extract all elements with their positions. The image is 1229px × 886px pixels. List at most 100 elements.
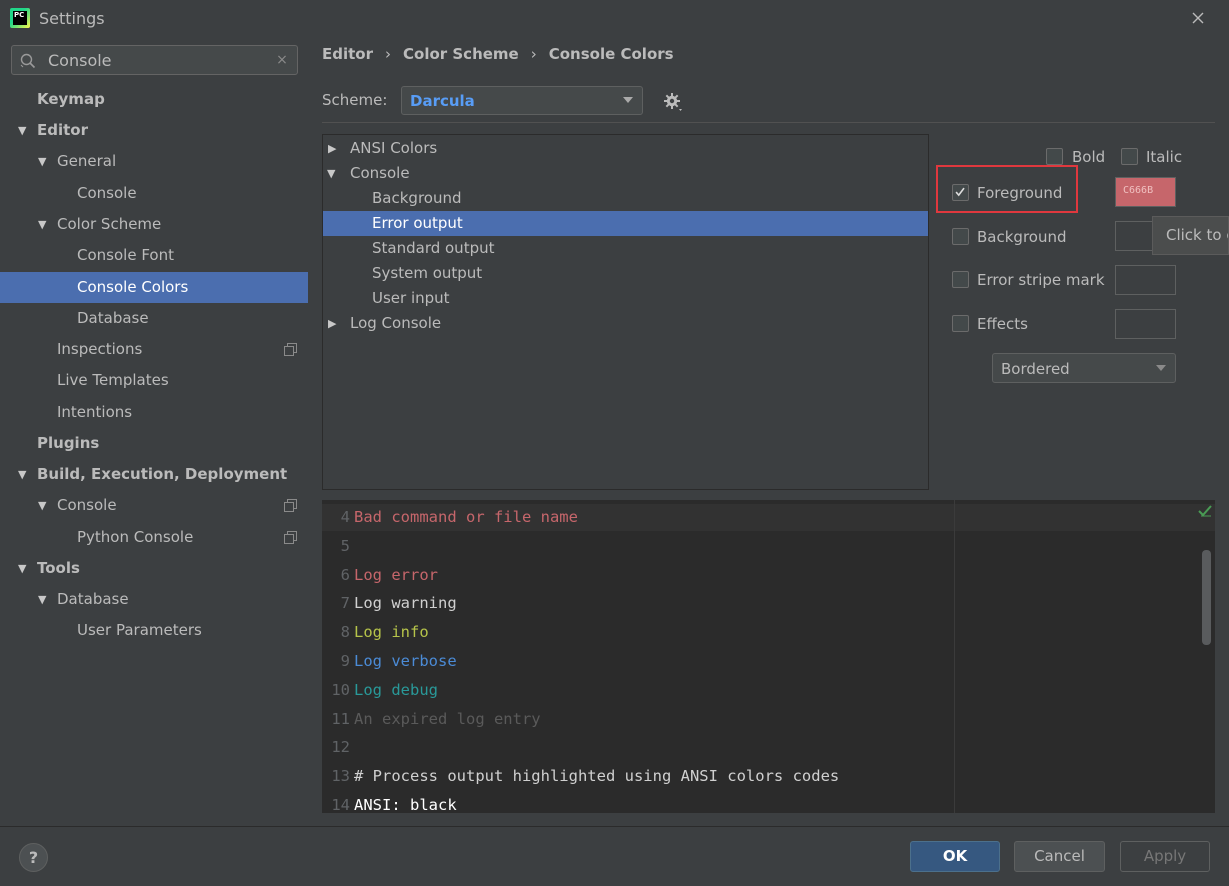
tree-item-system-output[interactable]: System output [323,261,928,286]
code-line: 4 Bad command or file name [322,503,578,531]
foreground-color-swatch[interactable]: C666B [1115,177,1176,207]
expanded-arrow-icon[interactable]: ▼ [18,115,32,146]
foreground-label: Foreground [977,184,1063,202]
tree-item-user-input[interactable]: User input [323,286,928,311]
code-text: Log warning [354,594,457,613]
collapsed-arrow-icon[interactable]: ▶ [328,311,342,336]
effects-color-swatch[interactable] [1115,309,1176,339]
code-line: 7 Log warning [322,589,457,617]
code-text: ANSI: black [354,796,457,813]
sidebar-item-label: Console Font [77,246,174,264]
expanded-arrow-icon[interactable]: ▼ [18,553,32,584]
sidebar-item-general[interactable]: ▼ General [0,146,308,177]
code-text: # Process output highlighted using ANSI … [354,767,840,786]
expanded-arrow-icon[interactable]: ▼ [38,584,52,615]
sidebar-item-keymap[interactable]: Keymap [0,84,308,115]
bold-checkbox[interactable] [1046,148,1063,165]
sidebar-item-tools-database[interactable]: ▼ Database [0,584,308,615]
chevron-down-icon [623,97,633,103]
code-line: 6 Log error [322,561,438,589]
sidebar-item-database[interactable]: Database [0,303,308,334]
help-button[interactable]: ? [19,843,48,872]
settings-sidebar: × Keymap ▼ Editor ▼ General Console ▼ Co… [0,36,308,826]
sidebar-item-general-console[interactable]: Console [0,178,308,209]
code-line: 14 ANSI: black [322,791,457,813]
color-preview-editor[interactable]: 4 Bad command or file name 5 6 Log error 7 Log… [322,500,1215,813]
line-number: 7 [340,594,350,613]
collapsed-arrow-icon[interactable]: ▶ [328,136,342,161]
sidebar-item-plugins[interactable]: Plugins [0,428,308,459]
breadcrumb-item[interactable]: Color Scheme [403,45,519,63]
sidebar-item-label: Intentions [57,403,133,421]
sidebar-item-tools[interactable]: ▼ Tools [0,553,308,584]
inspection-ok-icon [1198,505,1212,517]
sidebar-item-label: Database [57,590,129,608]
sidebar-item-console-colors[interactable]: Console Colors [0,272,308,303]
tree-item-console[interactable]: ▼ Console [323,161,928,186]
scheme-select[interactable]: Darcula [401,86,643,115]
breadcrumb-item[interactable]: Editor [322,45,373,63]
scrollbar-thumb[interactable] [1202,550,1211,645]
tooltip: Click to c [1152,216,1229,255]
sidebar-item-live-templates[interactable]: Live Templates [0,365,308,396]
search-input[interactable] [48,50,268,70]
gear-icon[interactable] [661,90,685,114]
tree-item-label: System output [372,264,483,282]
tree-item-label: Background [372,189,462,207]
sidebar-item-editor[interactable]: ▼ Editor [0,115,308,146]
expanded-arrow-icon[interactable]: ▼ [327,161,341,186]
code-text: An expired log entry [354,709,541,728]
sidebar-item-build-console[interactable]: ▼ Console [0,490,308,521]
sidebar-item-label: Editor [37,121,88,139]
close-icon[interactable] [1186,6,1210,30]
line-number: 13 [331,767,350,786]
tree-item-log-console[interactable]: ▶ Log Console [323,311,928,336]
sidebar-item-label: Tools [37,559,80,577]
sidebar-item-console-font[interactable]: Console Font [0,240,308,271]
code-line: 12 [322,733,354,761]
italic-checkbox[interactable] [1121,148,1138,165]
bold-label: Bold [1072,148,1106,166]
background-checkbox[interactable] [952,228,969,245]
scheme-label: Scheme: [322,91,388,109]
effects-type-value: Bordered [1001,360,1070,378]
sidebar-item-user-parameters[interactable]: User Parameters [0,615,308,646]
error-stripe-color-swatch[interactable] [1115,265,1176,295]
search-box[interactable]: × [11,45,298,75]
search-icon [20,53,36,69]
code-line: 9 Log verbose [322,647,457,675]
effects-type-select[interactable]: Bordered [992,353,1176,383]
expanded-arrow-icon[interactable]: ▼ [38,146,52,177]
clear-search-icon[interactable]: × [274,51,290,69]
sidebar-item-build-execution-deployment[interactable]: ▼ Build, Execution, Deployment [0,459,308,490]
sidebar-item-intentions[interactable]: Intentions [0,397,308,428]
tree-item-background[interactable]: Background [323,186,928,211]
checkmark-icon [955,187,965,197]
cancel-button[interactable]: Cancel [1014,841,1105,872]
sidebar-item-python-console[interactable]: Python Console [0,522,308,553]
tree-item-label: Console [350,164,410,182]
code-text: Log verbose [354,652,457,670]
sidebar-item-color-scheme[interactable]: ▼ Color Scheme [0,209,308,240]
sidebar-item-inspections[interactable]: Inspections [0,334,308,365]
title-bar: PC Settings [0,0,1229,36]
line-number: 14 [331,796,350,813]
apply-button[interactable]: Apply [1120,841,1210,872]
expanded-arrow-icon[interactable]: ▼ [38,490,52,521]
logo-text: PC [13,11,27,25]
background-color-swatch[interactable] [1115,221,1155,251]
foreground-checkbox[interactable] [952,184,969,201]
expanded-arrow-icon[interactable]: ▼ [38,209,52,240]
project-settings-icon [284,343,297,356]
expanded-arrow-icon[interactable]: ▼ [18,459,32,490]
error-stripe-checkbox[interactable] [952,271,969,288]
breadcrumb-item: Console Colors [548,45,674,63]
effects-checkbox[interactable] [952,315,969,332]
error-stripe-label: Error stripe mark [977,271,1105,289]
tree-item-ansi-colors[interactable]: ▶ ANSI Colors [323,136,928,161]
tree-item-standard-output[interactable]: Standard output [323,236,928,261]
project-settings-icon [284,499,297,512]
code-line: 8 Log info [322,618,429,646]
ok-button[interactable]: OK [910,841,1000,872]
tree-item-error-output[interactable]: Error output [323,211,928,236]
